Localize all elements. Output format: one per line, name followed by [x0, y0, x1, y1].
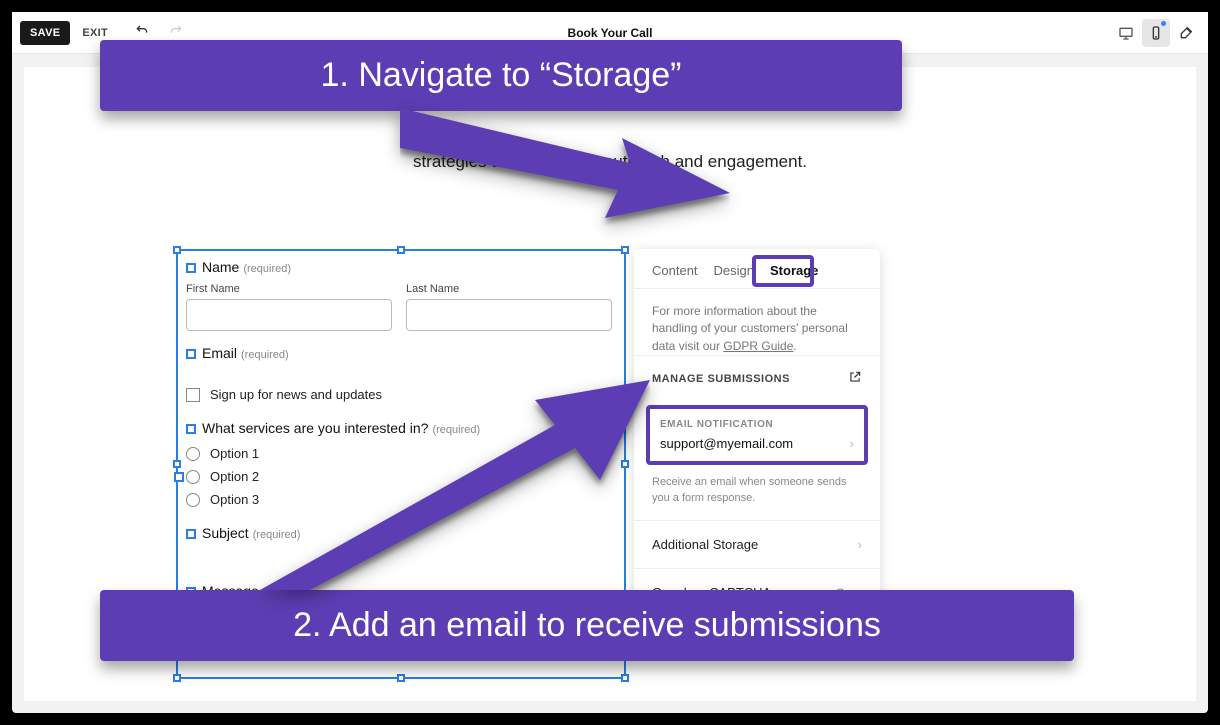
email-notification-value: support@myemail.com: [660, 436, 793, 451]
field-marker-icon: [186, 529, 196, 539]
field-label-email: Email: [202, 345, 237, 361]
external-link-icon[interactable]: [848, 370, 862, 387]
desktop-view-icon[interactable]: [1112, 19, 1140, 47]
option-label: Option 1: [210, 446, 259, 461]
field-marker-icon: [186, 424, 196, 434]
required-label: (required): [243, 263, 291, 275]
mobile-view-icon[interactable]: [1142, 19, 1170, 47]
chevron-right-icon: ›: [850, 436, 854, 451]
first-name-input[interactable]: [186, 299, 392, 331]
option-radio[interactable]: [186, 470, 200, 484]
required-label: (required): [241, 349, 289, 361]
email-notification-help: Receive an email when someone sends you …: [652, 475, 862, 506]
resize-handle[interactable]: [173, 460, 181, 468]
form-settings-panel: Content Design Storage For more informat…: [634, 249, 880, 638]
annotation-step-1: 1. Navigate to “Storage”: [100, 40, 902, 111]
tab-storage[interactable]: Storage: [770, 263, 818, 278]
manage-submissions-heading: MANAGE SUBMISSIONS: [652, 373, 790, 385]
page-title: Book Your Call: [568, 26, 653, 40]
resize-handle[interactable]: [621, 674, 629, 682]
resize-handle[interactable]: [397, 246, 405, 254]
option-radio[interactable]: [186, 493, 200, 507]
email-notification-label: EMAIL NOTIFICATION: [660, 419, 854, 430]
signup-checkbox[interactable]: [186, 388, 200, 402]
last-name-input[interactable]: [406, 299, 612, 331]
arrow-icon: [400, 108, 730, 228]
email-notification-row[interactable]: EMAIL NOTIFICATION support@myemail.com ›: [646, 405, 868, 465]
annotation-step-2: 2. Add an email to receive submissions: [100, 590, 1074, 661]
resize-handle[interactable]: [621, 246, 629, 254]
field-marker-icon: [186, 349, 196, 359]
resize-handle[interactable]: [173, 674, 181, 682]
resize-handle[interactable]: [397, 674, 405, 682]
additional-storage-label: Additional Storage: [652, 537, 758, 552]
field-label-name: Name: [202, 259, 239, 275]
save-button[interactable]: SAVE: [20, 21, 70, 45]
additional-storage-row[interactable]: Additional Storage ›: [634, 520, 880, 568]
option-label: Option 2: [210, 469, 259, 484]
brush-icon[interactable]: [1172, 19, 1200, 47]
sublabel-first-name: First Name: [186, 283, 392, 295]
sublabel-last-name: Last Name: [406, 283, 612, 295]
resize-handle[interactable]: [173, 246, 181, 254]
field-marker-icon: [186, 263, 196, 273]
gdpr-guide-link[interactable]: GDPR Guide: [723, 339, 793, 353]
tab-design[interactable]: Design: [714, 263, 754, 278]
option-radio[interactable]: [186, 447, 200, 461]
tab-content[interactable]: Content: [652, 263, 698, 278]
field-marker-icon: [174, 472, 184, 482]
chevron-right-icon: ›: [858, 537, 862, 552]
option-label: Option 3: [210, 492, 259, 507]
arrow-icon: [260, 370, 650, 590]
field-label-subject: Subject: [202, 525, 249, 541]
